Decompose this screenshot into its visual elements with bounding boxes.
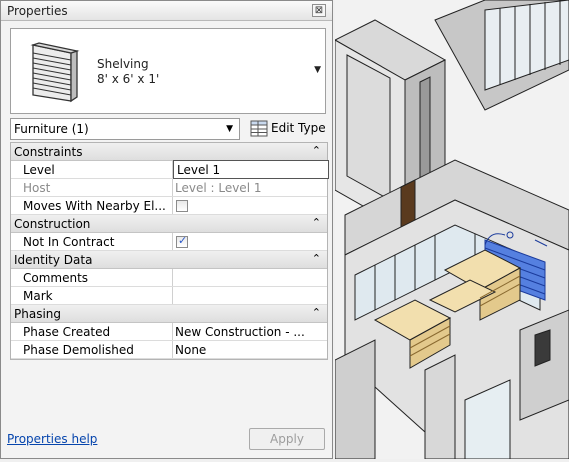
property-name: Not In Contract — [11, 233, 173, 250]
property-name: Mark — [11, 287, 173, 304]
property-row-phase-created[interactable]: Phase Created New Construction - ... — [11, 323, 327, 341]
property-name: Moves With Nearby El... — [11, 197, 173, 214]
group-phasing[interactable]: Phasing ⌃ — [11, 305, 327, 323]
collapse-icon[interactable]: ⌃ — [312, 252, 321, 265]
property-name: Phase Demolished — [11, 341, 173, 358]
property-row-level[interactable]: Level Level 1 — [11, 160, 329, 179]
palette-title: Properties — [7, 4, 68, 18]
type-selector[interactable]: Shelving 8' x 6' x 1' ▼ — [10, 28, 326, 114]
property-name: Comments — [11, 269, 173, 286]
property-row-moves-with-nearby[interactable]: Moves With Nearby El... — [11, 197, 327, 215]
level-field[interactable]: Level 1 — [173, 160, 329, 179]
moves-with-nearby-checkbox[interactable] — [176, 200, 188, 212]
apply-button[interactable]: Apply — [249, 428, 325, 450]
group-constraints[interactable]: Constraints ⌃ — [11, 143, 327, 161]
type-family: Shelving — [97, 57, 149, 71]
chevron-down-icon: ▼ — [226, 124, 233, 134]
building-3d-model — [333, 0, 569, 460]
group-label: Constraints — [14, 145, 83, 159]
collapse-icon[interactable]: ⌃ — [312, 216, 321, 229]
edit-type-icon — [250, 120, 268, 137]
group-identity-data[interactable]: Identity Data ⌃ — [11, 251, 327, 269]
property-row-phase-demolished[interactable]: Phase Demolished None — [11, 341, 327, 359]
instance-filter-value: Furniture (1) — [14, 122, 89, 136]
property-row-host: Host Level : Level 1 — [11, 179, 327, 197]
phase-created-field[interactable]: New Construction - ... — [175, 325, 305, 339]
property-row-comments[interactable]: Comments — [11, 269, 327, 287]
group-label: Construction — [14, 217, 91, 231]
edit-type-button[interactable]: Edit Type — [248, 118, 328, 140]
property-value: Level : Level 1 — [175, 181, 262, 195]
phase-demolished-field[interactable]: None — [175, 343, 206, 357]
instance-filter-dropdown[interactable]: Furniture (1) ▼ — [10, 118, 240, 140]
property-name: Host — [11, 179, 173, 196]
property-row-mark[interactable]: Mark — [11, 287, 327, 305]
shelving-icon — [21, 39, 87, 105]
group-label: Phasing — [14, 307, 62, 321]
3d-view-canvas[interactable] — [333, 0, 569, 460]
property-row-not-in-contract[interactable]: Not In Contract — [11, 233, 327, 251]
instance-row: Furniture (1) ▼ Edit Type — [10, 118, 326, 142]
properties-help-link[interactable]: Properties help — [7, 432, 97, 446]
close-icon[interactable]: ⊠ — [312, 4, 326, 17]
property-name: Phase Created — [11, 323, 173, 340]
properties-palette: Properties ⊠ Shelving 8' x 6' x 1' ▼ Fur… — [0, 0, 333, 459]
group-label: Identity Data — [14, 253, 93, 267]
edit-type-label: Edit Type — [271, 121, 326, 135]
properties-grid: Constraints ⌃ Level Level 1 Host Level :… — [10, 142, 329, 360]
collapse-icon[interactable]: ⌃ — [312, 306, 321, 319]
property-name: Level — [11, 161, 173, 178]
palette-titlebar[interactable]: Properties ⊠ — [1, 1, 332, 21]
not-in-contract-checkbox[interactable] — [176, 234, 188, 248]
type-name: 8' x 6' x 1' — [97, 72, 160, 86]
collapse-icon[interactable]: ⌃ — [312, 144, 321, 157]
group-construction[interactable]: Construction ⌃ — [11, 215, 327, 233]
chevron-down-icon[interactable]: ▼ — [314, 65, 321, 75]
